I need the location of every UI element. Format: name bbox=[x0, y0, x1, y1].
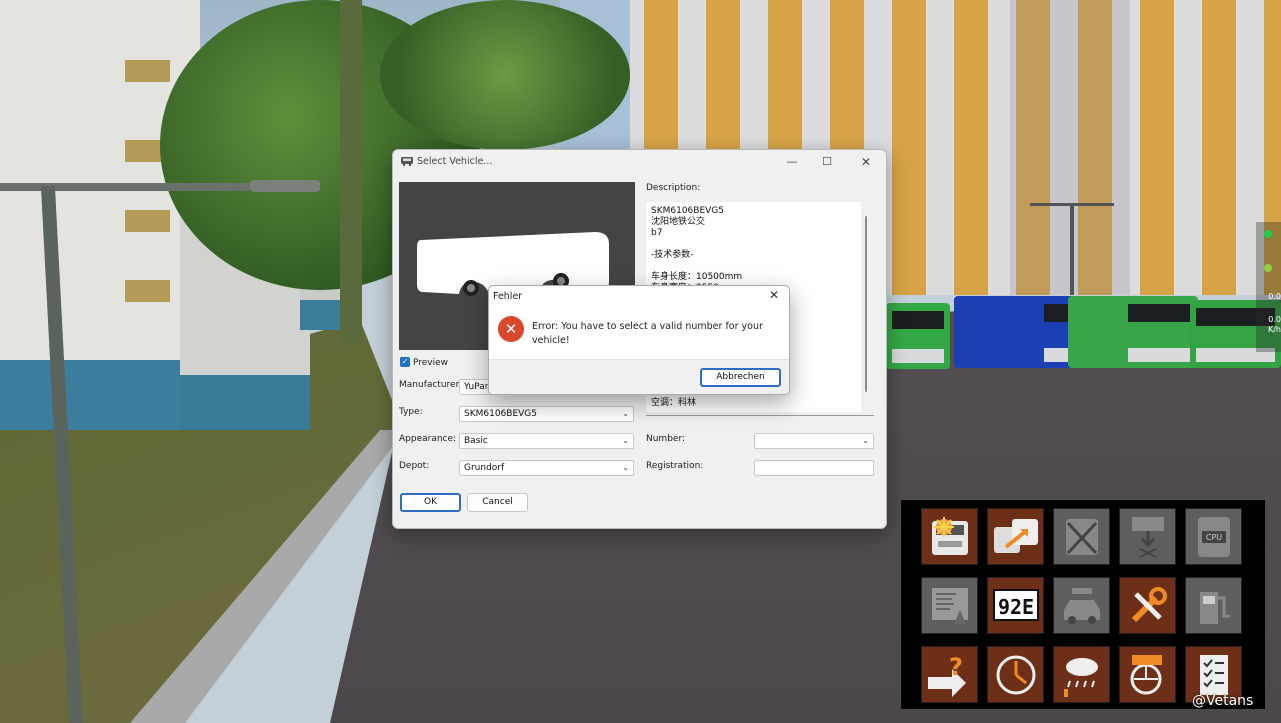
chevron-down-icon: ⌄ bbox=[622, 436, 629, 445]
bus-cpu-button[interactable]: CPU bbox=[1185, 508, 1242, 565]
bus-delete-button[interactable] bbox=[1119, 508, 1176, 565]
police-car-button[interactable] bbox=[1053, 577, 1110, 634]
ok-button[interactable]: OK bbox=[400, 493, 461, 512]
error-icon: ✕ bbox=[498, 316, 524, 342]
status-light-green-icon bbox=[1264, 230, 1272, 238]
maximize-button[interactable]: ☐ bbox=[814, 154, 840, 170]
hud-value-2: 0.0 bbox=[1268, 315, 1281, 324]
chevron-down-icon: ⌄ bbox=[862, 436, 869, 445]
repair-tools-icon bbox=[1131, 586, 1167, 622]
chevron-down-icon: ⌄ bbox=[622, 463, 629, 472]
bus-delete-icon bbox=[1131, 516, 1164, 558]
bus-app-icon bbox=[401, 157, 413, 166]
error-dialog-footer: Abbrechen bbox=[489, 359, 789, 394]
description-line: 空调：科林 bbox=[651, 398, 697, 408]
route-sign-icon: 92E bbox=[992, 588, 1039, 621]
tree-canopy-2 bbox=[380, 0, 630, 150]
description-lines: SKM6106BEVG5 沈阳地铁公交 b7 -技术参数- 车身长度：10500mm… bbox=[651, 206, 856, 294]
clock-button[interactable] bbox=[987, 646, 1044, 703]
apartment-building-left bbox=[0, 0, 200, 430]
timetable-icon bbox=[931, 587, 968, 624]
repair-tools-button[interactable] bbox=[1119, 577, 1176, 634]
help-exit-icon: ? bbox=[927, 653, 966, 697]
error-dialog-title: Fehler bbox=[493, 291, 523, 302]
dialog-titlebar[interactable]: Select Vehicle... — ☐ ✕ bbox=[393, 150, 886, 174]
registration-input[interactable] bbox=[754, 460, 874, 476]
route-sign-button[interactable]: 92E bbox=[987, 577, 1044, 634]
number-select[interactable]: ⌄ bbox=[754, 433, 874, 449]
manufacturer-value: YuPan bbox=[464, 382, 491, 392]
police-car-icon bbox=[1063, 587, 1100, 624]
bus-cpu-icon: CPU bbox=[1197, 516, 1230, 557]
description-line: 沈阳地铁公交 bbox=[651, 217, 706, 227]
bus-crossed-button[interactable] bbox=[1053, 508, 1110, 565]
minimize-button[interactable]: — bbox=[779, 154, 805, 170]
chevron-down-icon: ⌄ bbox=[622, 409, 629, 418]
status-light-yellow-icon bbox=[1264, 264, 1272, 272]
error-dialog: Fehler ✕ ✕ Error: You have to select a v… bbox=[488, 285, 790, 395]
game-menu-panel: CPU 92E? bbox=[901, 500, 1265, 709]
number-label: Number: bbox=[646, 434, 686, 444]
cancel-button[interactable]: Cancel bbox=[467, 493, 528, 512]
appearance-value: Basic bbox=[464, 436, 488, 446]
close-button[interactable]: ✕ bbox=[853, 154, 879, 170]
svg-text:?: ? bbox=[949, 653, 963, 681]
depot-select[interactable]: Grundorf ⌄ bbox=[459, 460, 634, 476]
bus-transfer-button[interactable] bbox=[987, 508, 1044, 565]
bus-transfer-icon bbox=[993, 518, 1038, 553]
timetable-button[interactable] bbox=[921, 577, 978, 634]
driver-seat-icon bbox=[1130, 654, 1162, 694]
preview-label: Preview bbox=[413, 358, 449, 368]
parked-bus-green-2 bbox=[1068, 296, 1198, 368]
description-line: 车身长度：10500mm bbox=[651, 272, 743, 282]
parked-bus-green bbox=[886, 303, 950, 369]
svg-text:92E: 92E bbox=[997, 595, 1033, 619]
registration-label: Registration: bbox=[646, 461, 704, 471]
driver-seat-button[interactable] bbox=[1119, 646, 1176, 703]
description-line: -技术参数- bbox=[651, 250, 694, 260]
description-scrollbar[interactable] bbox=[865, 216, 867, 392]
description-label: Description: bbox=[646, 183, 701, 193]
clock-icon bbox=[996, 655, 1035, 694]
close-icon[interactable]: ✕ bbox=[769, 288, 779, 302]
bus-fire-icon bbox=[931, 516, 968, 555]
bus-fire-button[interactable] bbox=[921, 508, 978, 565]
watermark: @Vetans bbox=[1192, 693, 1254, 709]
hud-status-strip: 0.0 0.0 K/h bbox=[1256, 222, 1281, 352]
type-value: SKM6106BEVG5 bbox=[464, 409, 538, 419]
description-line bbox=[651, 239, 856, 250]
depot-value: Grundorf bbox=[464, 463, 505, 473]
appearance-label: Appearance: bbox=[399, 434, 457, 444]
appearance-select[interactable]: Basic ⌄ bbox=[459, 433, 634, 449]
fuel-pump-icon bbox=[1199, 591, 1230, 624]
type-select[interactable]: SKM6106BEVG5 ⌄ bbox=[459, 406, 634, 422]
hud-unit: K/h bbox=[1267, 325, 1281, 334]
description-line bbox=[651, 261, 856, 272]
depot-label: Depot: bbox=[399, 461, 430, 471]
fuel-pump-button[interactable] bbox=[1185, 577, 1242, 634]
street-lamp-head bbox=[250, 180, 320, 192]
dialog-title: Select Vehicle... bbox=[417, 156, 493, 167]
abbrechen-button[interactable]: Abbrechen bbox=[700, 368, 781, 387]
tree-trunk bbox=[340, 0, 362, 345]
description-line: b7 bbox=[651, 228, 663, 238]
street-lamp-pole-2 bbox=[1070, 205, 1074, 295]
preview-checkbox[interactable]: ✓ bbox=[400, 357, 410, 367]
error-message: Error: You have to select a valid number… bbox=[532, 321, 763, 346]
bus-crossed-icon bbox=[1065, 518, 1098, 555]
weather-button[interactable] bbox=[1053, 646, 1110, 703]
description-line: SKM6106BEVG5 bbox=[651, 206, 725, 216]
type-label: Type: bbox=[399, 407, 423, 417]
help-exit-button[interactable]: ? bbox=[921, 646, 978, 703]
description-divider bbox=[646, 415, 874, 416]
svg-text:CPU: CPU bbox=[1205, 533, 1221, 542]
hud-value-1: 0.0 bbox=[1268, 292, 1281, 301]
weather-icon bbox=[1063, 657, 1098, 697]
manufacturer-label: Manufacturer: bbox=[399, 380, 463, 390]
